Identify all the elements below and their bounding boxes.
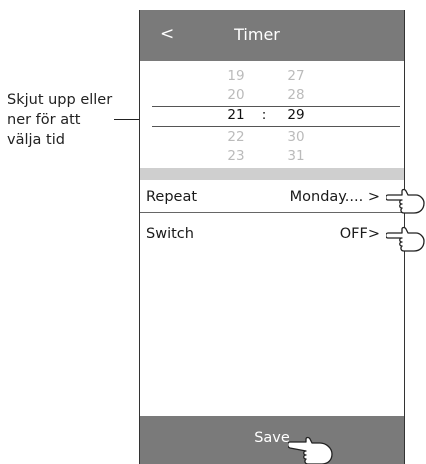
picker-row[interactable]: 23 31 [140,147,404,165]
hour-value: 19 [227,68,245,84]
pointing-hand-icon [386,188,425,214]
switch-row[interactable]: Switch OFF> [140,217,404,251]
switch-label: Switch [146,226,194,242]
picker-row[interactable]: 22 30 [140,128,404,146]
minute-value: 27 [287,68,305,84]
pointing-hand-icon [288,436,333,464]
repeat-value: Monday.... > [289,189,380,205]
minute-value: 29 [287,107,305,123]
repeat-row[interactable]: Repeat Monday.... > [140,180,404,214]
page-title: Timer [234,25,280,44]
time-separator: : [261,107,267,123]
picker-row-selected[interactable]: 21 : 29 [140,106,404,124]
picker-row[interactable]: 19 27 [140,67,404,85]
instruction-line: välja tid [7,132,65,148]
separator-band [140,168,404,180]
repeat-label: Repeat [146,189,198,205]
hour-value: 22 [227,129,245,145]
minute-value: 28 [287,87,305,103]
switch-value: OFF> [339,226,380,242]
minute-value: 31 [287,148,305,164]
time-picker[interactable]: 19 27 20 28 21 : 29 22 30 23 31 [140,62,404,166]
picker-row[interactable]: 20 28 [140,86,404,104]
selection-line-bottom [152,126,400,127]
pointing-hand-icon [386,226,425,252]
save-button[interactable]: Save [140,416,404,464]
instruction-text: Skjut upp eller ner för att välja tid [7,90,142,150]
save-label: Save [254,430,290,446]
hour-value: 23 [227,148,245,164]
phone-screen: < Timer 19 27 20 28 21 : 29 22 30 23 31 … [139,10,405,464]
minute-value: 30 [287,129,305,145]
instruction-line: Skjut upp eller [7,92,113,108]
row-divider [140,212,404,213]
hour-value: 20 [227,87,245,103]
title-bar: < Timer [140,10,404,61]
instruction-line: ner för att [7,112,81,128]
hour-value: 21 [227,107,245,123]
